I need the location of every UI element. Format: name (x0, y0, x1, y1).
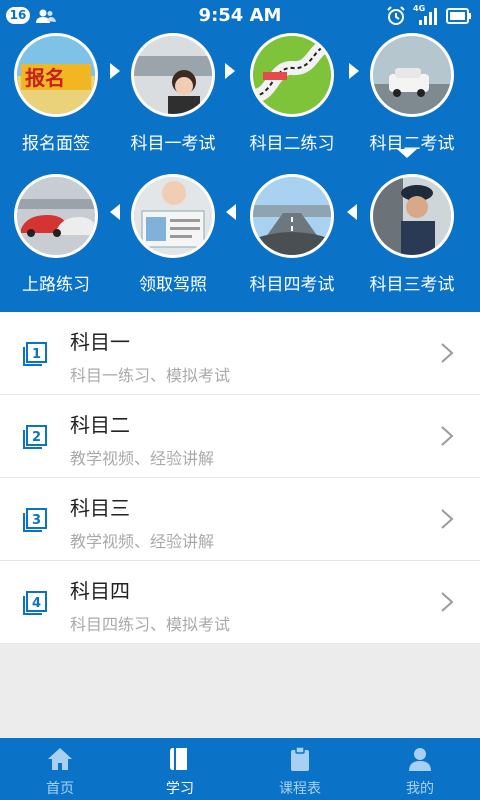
subject-4-icon: 4 (23, 591, 47, 615)
registration-image: 报名 (14, 33, 98, 117)
step-label: 科目四考试 (249, 275, 335, 295)
step-road-practice[interactable]: 上路练习 (0, 174, 116, 295)
tab-profile[interactable]: 我的 (360, 738, 480, 800)
course-map-image (250, 33, 334, 117)
step-label: 科目一考试 (130, 134, 216, 154)
subject-subtitle: 教学视频、经验讲解 (70, 532, 215, 551)
license-image (131, 174, 215, 258)
subject-number: 4 (32, 596, 41, 611)
tab-study[interactable]: 学习 (120, 738, 240, 800)
step-label: 报名面签 (22, 134, 90, 154)
subject-1-icon: 1 (23, 342, 47, 366)
step-get-license[interactable]: 领取驾照 (113, 174, 233, 295)
tab-label: 首页 (46, 781, 74, 797)
subject-subtitle: 科目一练习、模拟考试 (70, 366, 231, 385)
list-item-subject-1[interactable]: 1 科目一 科目一练习、模拟考试 (0, 312, 480, 395)
chevron-right-icon (441, 426, 454, 446)
list-item-subject-2[interactable]: 2 科目二 教学视频、经验讲解 (0, 395, 480, 478)
subject-number: 1 (32, 347, 41, 362)
licensing-flow-panel: 报名 报名面签 科目一考试 科目二练习 科目二考试 上路练习 领取驾照 科目四考… (0, 33, 480, 312)
chevron-right-icon (441, 343, 454, 363)
step-label: 领取驾照 (139, 275, 207, 295)
subject-3-icon: 3 (23, 508, 47, 532)
arrow-down-icon (397, 149, 417, 158)
exam-room-image (131, 33, 215, 117)
subject-title: 科目一 (70, 330, 130, 354)
subject-2-icon: 2 (23, 425, 47, 449)
home-icon (48, 748, 72, 770)
alarm-icon (387, 6, 405, 25)
book-icon (170, 748, 187, 770)
subject-number: 2 (32, 430, 41, 445)
subject-number: 3 (32, 513, 41, 528)
subject-subtitle: 科目四练习、模拟考试 (70, 615, 231, 634)
car-test-image (370, 33, 454, 117)
tab-label: 课程表 (279, 781, 321, 797)
subject-title: 科目三 (70, 496, 130, 520)
officer-image (370, 174, 454, 258)
step-registration[interactable]: 报名 报名面签 (0, 33, 116, 154)
tab-label: 我的 (406, 781, 434, 797)
tab-schedule[interactable]: 课程表 (240, 738, 360, 800)
subject-title: 科目二 (70, 413, 130, 437)
signal-icon: 4G (413, 4, 439, 26)
step-subject2-exam[interactable]: 科目二考试 (352, 33, 472, 154)
road-view-image (250, 174, 334, 258)
svg-text:报名: 报名 (25, 66, 65, 90)
step-label: 科目三考试 (369, 275, 455, 295)
bottom-tab-bar: 首页 学习 课程表 我的 (0, 738, 480, 800)
tab-label: 学习 (166, 781, 194, 797)
cars-image (14, 174, 98, 258)
step-label: 上路练习 (22, 275, 90, 295)
step-subject2-practice[interactable]: 科目二练习 (232, 33, 352, 154)
step-subject4-exam[interactable]: 科目四考试 (232, 174, 352, 295)
battery-icon (446, 8, 471, 24)
tab-home[interactable]: 首页 (0, 738, 120, 800)
step-subject3-exam[interactable]: 科目三考试 (352, 174, 472, 295)
subject-subtitle: 教学视频、经验讲解 (70, 449, 215, 468)
subject-list: 1 科目一 科目一练习、模拟考试 2 科目二 教学视频、经验讲解 3 科目三 教… (0, 312, 480, 644)
list-item-subject-3[interactable]: 3 科目三 教学视频、经验讲解 (0, 478, 480, 561)
chevron-right-icon (441, 509, 454, 529)
step-label: 科目二练习 (249, 134, 335, 154)
list-item-subject-4[interactable]: 4 科目四 科目四练习、模拟考试 (0, 561, 480, 644)
user-icon (409, 748, 431, 771)
clipboard-icon (291, 746, 309, 771)
step-subject1-exam[interactable]: 科目一考试 (113, 33, 233, 154)
chevron-right-icon (441, 592, 454, 612)
status-bar: 16 9:54 AM 4G (0, 0, 480, 33)
subject-title: 科目四 (70, 579, 130, 603)
